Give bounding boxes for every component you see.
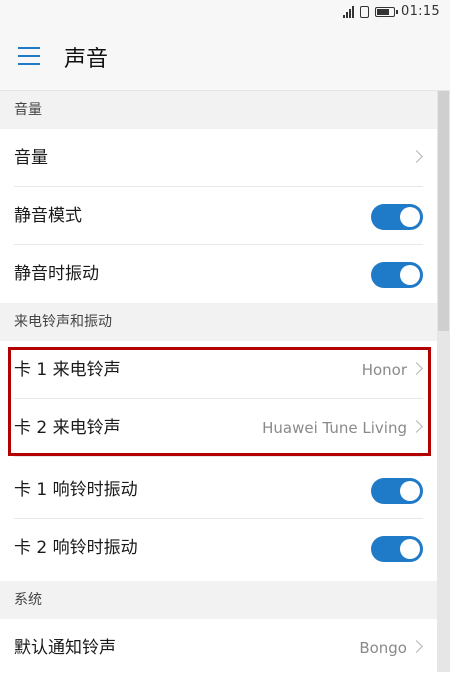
card1-vibrate-toggle[interactable] <box>371 478 423 504</box>
card2-vibrate-row[interactable]: 卡 2 响铃时振动 <box>0 519 437 577</box>
chevron-right-icon <box>410 362 423 375</box>
signal-icon <box>343 5 355 18</box>
default-notification-label: 默认通知铃声 <box>14 638 116 658</box>
section-header-volume: 音量 <box>0 91 437 129</box>
default-notification-row[interactable]: 默认通知铃声 Bongo <box>0 619 437 677</box>
section-header-system: 系统 <box>0 581 437 619</box>
section-header-ringtone: 来电铃声和振动 <box>0 303 437 341</box>
vibrate-silent-label: 静音时振动 <box>14 264 99 284</box>
card1-vibrate-label: 卡 1 响铃时振动 <box>14 480 138 500</box>
card1-ringtone-label: 卡 1 来电铃声 <box>14 360 121 380</box>
sim-icon <box>360 5 370 18</box>
status-time: 01:15 <box>401 4 440 19</box>
status-bar: 01:15 <box>0 0 450 26</box>
vibrate-silent-row[interactable]: 静音时振动 <box>0 245 437 303</box>
card2-ringtone-value: Huawei Tune Living <box>262 419 407 437</box>
silent-mode-label: 静音模式 <box>14 206 82 226</box>
card2-vibrate-label: 卡 2 响铃时振动 <box>14 538 138 558</box>
menu-icon[interactable] <box>18 47 40 65</box>
settings-list: 音量 音量 静音模式 静音时振动 来电铃声和振动 卡 1 来电铃声 Honor … <box>0 91 450 672</box>
card2-vibrate-toggle[interactable] <box>371 536 423 562</box>
scrollbar-thumb[interactable] <box>438 91 449 331</box>
card1-vibrate-row[interactable]: 卡 1 响铃时振动 <box>0 461 437 519</box>
page-title: 声音 <box>64 47 109 72</box>
card2-ringtone-label: 卡 2 来电铃声 <box>14 418 121 438</box>
default-notification-value: Bongo <box>359 639 407 657</box>
scrollbar[interactable] <box>437 91 450 672</box>
volume-row[interactable]: 音量 <box>0 129 437 187</box>
chevron-right-icon <box>410 150 423 163</box>
silent-mode-row[interactable]: 静音模式 <box>0 187 437 245</box>
card2-ringtone-row[interactable]: 卡 2 来电铃声 Huawei Tune Living <box>0 399 437 457</box>
card1-ringtone-value: Honor <box>361 361 407 379</box>
chevron-right-icon <box>410 420 423 433</box>
volume-label: 音量 <box>14 148 48 168</box>
chevron-right-icon <box>410 640 423 653</box>
vibrate-silent-toggle[interactable] <box>371 262 423 288</box>
app-bar: 声音 <box>0 26 450 91</box>
silent-mode-toggle[interactable] <box>371 204 423 230</box>
battery-icon <box>375 6 399 17</box>
card1-ringtone-row[interactable]: 卡 1 来电铃声 Honor <box>0 341 437 399</box>
